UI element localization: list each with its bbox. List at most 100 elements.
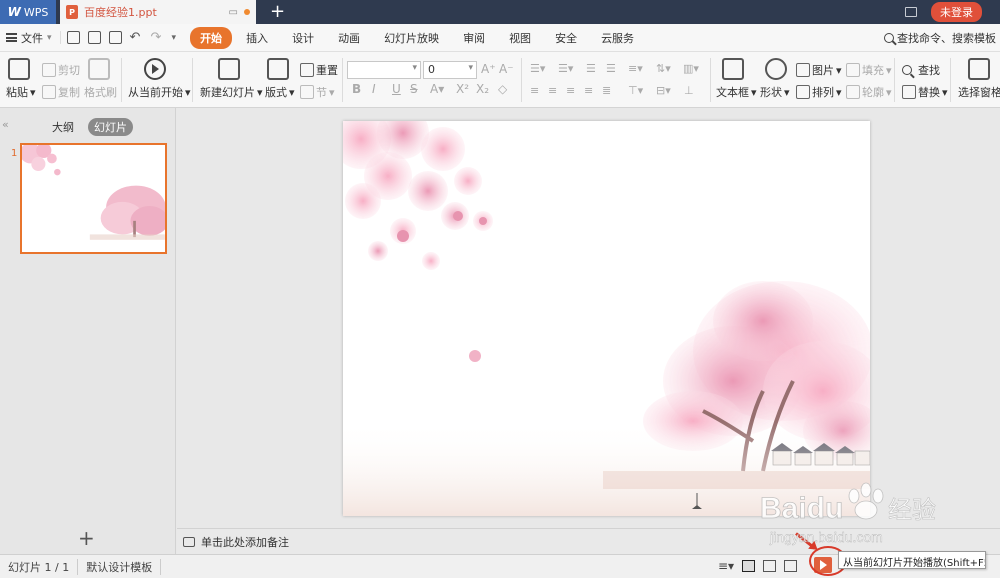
notes-placeholder: 单击此处添加备注 bbox=[201, 535, 289, 549]
unsaved-dot-icon[interactable] bbox=[244, 9, 250, 15]
text-box-icon[interactable] bbox=[722, 58, 744, 80]
title-bar: W WPS P 百度经验1.ppt ▭ + 未登录 bbox=[0, 0, 1000, 24]
tab-outline[interactable]: 大纲 bbox=[46, 118, 80, 136]
section-button[interactable]: 节 ▾ bbox=[300, 84, 335, 100]
tab-slides[interactable]: 幻灯片 bbox=[88, 118, 133, 136]
copy-button[interactable]: 复制 bbox=[42, 84, 80, 100]
arrange-button[interactable]: 排列 ▾ bbox=[796, 84, 842, 100]
play-icon[interactable] bbox=[144, 58, 166, 80]
align-center-icon[interactable]: ≡ bbox=[548, 84, 557, 97]
tab-design[interactable]: 设计 bbox=[282, 27, 324, 49]
tab-security[interactable]: 安全 bbox=[545, 27, 587, 49]
find-button[interactable]: 查找 bbox=[902, 62, 940, 78]
text-align-bottom-icon[interactable]: ⊥ bbox=[684, 84, 694, 97]
subscript-icon[interactable]: X₂ bbox=[476, 82, 489, 96]
replace-button[interactable]: 替换 ▾ bbox=[902, 84, 948, 100]
save-icon[interactable] bbox=[66, 31, 80, 44]
picture-button[interactable]: 图片 ▾ bbox=[796, 62, 842, 78]
align-left-icon[interactable]: ≡ bbox=[530, 84, 539, 97]
notes-toggle-icon[interactable]: ≡▾ bbox=[718, 559, 734, 573]
italic-icon[interactable]: I bbox=[372, 82, 376, 96]
tab-insert[interactable]: 插入 bbox=[236, 27, 278, 49]
slide-sorter-icon[interactable] bbox=[763, 560, 777, 572]
undo-icon[interactable]: ↶ bbox=[130, 31, 143, 44]
new-slide-button[interactable]: 新建幻灯片 ▾ bbox=[200, 84, 263, 100]
play-from-current-button[interactable]: 从当前开始 ▾ bbox=[128, 84, 191, 100]
wps-app-label: WPS bbox=[23, 5, 49, 19]
file-menu-label: 文件 bbox=[21, 31, 43, 45]
grow-font-icon[interactable]: A⁺ bbox=[481, 62, 496, 76]
redo-icon[interactable]: ↷ bbox=[151, 31, 164, 44]
reading-view-icon[interactable] bbox=[784, 560, 798, 572]
slideshow-tooltip: 从当前幻灯片开始播放(Shift+F5) bbox=[838, 551, 986, 569]
slide-canvas[interactable] bbox=[343, 121, 870, 516]
window-mode-icon[interactable] bbox=[905, 7, 917, 17]
columns-icon[interactable]: ▥▾ bbox=[683, 62, 699, 75]
distribute-icon[interactable]: ≣ bbox=[602, 84, 611, 97]
shape-button[interactable]: 形状 ▾ bbox=[760, 84, 790, 100]
cut-button[interactable]: 剪切 bbox=[42, 62, 80, 78]
decrease-indent-icon[interactable]: ☰ bbox=[586, 62, 596, 75]
normal-view-icon[interactable] bbox=[742, 560, 756, 572]
tab-cloud[interactable]: 云服务 bbox=[591, 27, 644, 49]
text-align-middle-icon[interactable]: ⊟▾ bbox=[656, 84, 671, 97]
align-right-icon[interactable]: ≡ bbox=[566, 84, 575, 97]
superscript-icon[interactable]: X² bbox=[456, 82, 469, 96]
font-color-icon[interactable]: A▾ bbox=[430, 82, 444, 96]
justify-icon[interactable]: ≡ bbox=[584, 84, 593, 97]
customize-chevron-icon[interactable]: ▾ bbox=[172, 33, 177, 43]
print-icon[interactable] bbox=[87, 31, 101, 44]
tab-view[interactable]: 视图 bbox=[499, 27, 541, 49]
fill-button[interactable]: 填充 ▾ bbox=[846, 62, 892, 78]
replace-icon bbox=[902, 85, 916, 99]
command-search[interactable]: 查找命令、搜索模板 bbox=[884, 30, 1000, 46]
shrink-font-icon[interactable]: A⁻ bbox=[499, 62, 514, 76]
font-name-select[interactable] bbox=[347, 61, 421, 79]
layout-button[interactable]: 版式 ▾ bbox=[265, 84, 295, 100]
slide-thumbnail[interactable] bbox=[20, 143, 167, 254]
shape-icon[interactable] bbox=[765, 58, 787, 80]
reset-button[interactable]: 重置 bbox=[300, 62, 338, 78]
text-align-top-icon[interactable]: ⊤▾ bbox=[628, 84, 643, 97]
text-direction-icon[interactable]: ⇅▾ bbox=[656, 62, 671, 75]
increase-indent-icon[interactable]: ☰ bbox=[606, 62, 616, 75]
print-preview-icon[interactable] bbox=[108, 31, 122, 44]
clear-format-icon[interactable]: ◇ bbox=[498, 82, 507, 96]
numbered-list-icon[interactable]: ☰▾ bbox=[558, 62, 573, 75]
collapse-panel-icon[interactable]: « bbox=[2, 118, 9, 131]
ribbon-toolbar: 粘贴▾ 剪切 复制 格式刷 从当前开始▾ 新建幻灯片▾ 版式▾ 重置 节▾ 0 … bbox=[0, 52, 1000, 108]
login-button[interactable]: 未登录 bbox=[931, 2, 982, 22]
paste-button[interactable]: 粘贴 ▾ bbox=[6, 84, 36, 100]
new-tab-plus-icon[interactable]: + bbox=[270, 0, 285, 24]
paste-icon[interactable] bbox=[8, 58, 30, 80]
document-tab-label: 百度经验1.ppt bbox=[84, 6, 157, 19]
underline-icon[interactable]: U bbox=[392, 82, 401, 96]
outline-button[interactable]: 轮廓 ▾ bbox=[846, 84, 892, 100]
tab-home[interactable]: 开始 bbox=[190, 26, 233, 49]
monitor-icon[interactable]: ▭ bbox=[229, 7, 238, 18]
template-name: 默认设计模板 bbox=[78, 558, 162, 575]
tab-slideshow[interactable]: 幻灯片放映 bbox=[374, 27, 449, 49]
picture-icon bbox=[796, 63, 810, 77]
selection-pane-icon[interactable] bbox=[968, 58, 990, 80]
document-tab[interactable]: P 百度经验1.ppt ▭ bbox=[60, 0, 256, 24]
tab-review[interactable]: 审阅 bbox=[453, 27, 495, 49]
tab-animation[interactable]: 动画 bbox=[328, 27, 370, 49]
bullet-list-icon[interactable]: ☰▾ bbox=[530, 62, 545, 75]
font-size-select[interactable]: 0 bbox=[423, 61, 477, 79]
strikethrough-icon[interactable]: S bbox=[410, 82, 418, 96]
format-painter-button[interactable]: 格式刷 bbox=[84, 84, 117, 100]
layout-icon[interactable] bbox=[267, 58, 289, 80]
fill-icon bbox=[846, 63, 860, 77]
bold-icon[interactable]: B bbox=[352, 82, 361, 96]
format-painter-icon[interactable] bbox=[88, 58, 110, 80]
wps-menu-button[interactable]: W WPS bbox=[0, 0, 56, 24]
file-menu[interactable]: 文件 ▾ bbox=[6, 30, 60, 46]
text-box-button[interactable]: 文本框 ▾ bbox=[716, 84, 757, 100]
line-spacing-icon[interactable]: ≡▾ bbox=[628, 62, 643, 75]
new-slide-icon[interactable] bbox=[218, 58, 240, 80]
selection-pane-button[interactable]: 选择窗格 bbox=[958, 84, 1000, 100]
search-icon bbox=[884, 32, 894, 43]
add-slide-icon[interactable]: + bbox=[78, 528, 95, 548]
ribbon-tabs: 开始 插入 设计 动画 幻灯片放映 审阅 视图 安全 云服务 bbox=[190, 26, 644, 49]
